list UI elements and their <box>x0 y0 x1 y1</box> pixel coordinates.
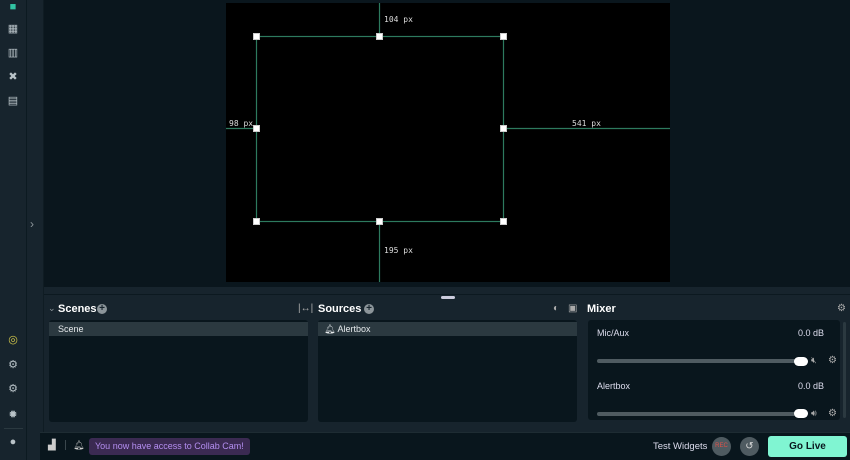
themes-icon[interactable]: ✖ <box>6 70 20 84</box>
record-button[interactable]: REC <box>712 437 731 456</box>
distance-top: 104 px <box>384 15 413 24</box>
collapsed-panel: › <box>27 0 44 432</box>
volume-slider-knob[interactable] <box>794 357 808 366</box>
resize-handle-l[interactable] <box>253 125 260 132</box>
panel-divider <box>44 294 850 295</box>
go-live-button[interactable]: Go Live <box>768 436 847 457</box>
notifications-bell-icon[interactable]: 🔔︎ <box>73 440 84 451</box>
mixer-settings-icon[interactable]: ⚙ <box>837 303 846 314</box>
collab-cam-icon[interactable]: ◎ <box>6 333 20 347</box>
sidebar-divider <box>4 428 23 429</box>
channel-name: Alertbox <box>597 381 631 391</box>
resize-handle-tl[interactable] <box>253 33 260 40</box>
apps-icon[interactable]: ⚙ <box>6 358 20 372</box>
sources-list: 🔔︎ Alertbox <box>318 320 577 422</box>
resize-handle-bl[interactable] <box>253 218 260 225</box>
bell-icon: 🔔︎ <box>324 324 338 334</box>
resize-grip[interactable] <box>441 296 455 299</box>
scenes-title: Scenes <box>58 303 97 315</box>
channel-level: 0.0 dB <box>797 328 824 338</box>
channel-level: 0.0 dB <box>797 381 824 391</box>
resize-handle-tr[interactable] <box>500 33 507 40</box>
source-item[interactable]: 🔔︎ Alertbox <box>318 322 577 336</box>
volume-slider-knob[interactable] <box>794 409 808 418</box>
scene-item[interactable]: Scene <box>49 322 308 336</box>
expand-chevron-icon[interactable]: › <box>30 217 34 231</box>
settings-icon[interactable]: ✹ <box>6 408 20 422</box>
add-scene-button[interactable]: + <box>97 304 107 314</box>
test-widgets-button[interactable]: Test Widgets <box>653 441 707 452</box>
muted-speaker-icon[interactable]: 🔇︎ <box>811 355 817 366</box>
studio-icon[interactable]: ■ <box>6 0 20 14</box>
media-icon[interactable]: ▤ <box>6 94 20 108</box>
left-sidebar: ■ ▦ ▥ ✖ ▤ ◎ ⚙ ⚙ ✹ ● <box>0 0 27 460</box>
resize-handle-b[interactable] <box>376 218 383 225</box>
preview-canvas[interactable]: 104 px 98 px 541 px 195 px <box>226 3 670 282</box>
layout-icon[interactable]: ▥ <box>6 46 20 60</box>
distance-left: 98 px <box>229 119 254 128</box>
mixer-scrollbar[interactable] <box>843 322 846 418</box>
resize-handle-r[interactable] <box>500 125 507 132</box>
performance-stats-icon[interactable]: ▟ <box>48 440 56 451</box>
resize-handle-br[interactable] <box>500 218 507 225</box>
scenes-list: Scene <box>49 320 308 422</box>
channel-settings-icon[interactable]: ⚙ <box>828 408 837 419</box>
add-source-button[interactable]: + <box>364 304 374 314</box>
dashboard-icon[interactable]: ▦ <box>6 22 20 36</box>
add-folder-icon[interactable]: ▣ <box>568 303 577 314</box>
distance-right: 541 px <box>572 119 601 128</box>
resize-handle-t[interactable] <box>376 33 383 40</box>
notification-message[interactable]: You now have access to Collab Cam! <box>89 438 250 455</box>
source-visibility-icon[interactable]: ◐ <box>553 303 559 314</box>
app-store-icon[interactable]: ⚙ <box>6 382 20 396</box>
scene-transitions-icon[interactable]: |↔| <box>298 303 313 314</box>
collapse-scenes-icon[interactable]: ⌄ <box>48 303 56 314</box>
footer-divider <box>65 440 66 450</box>
volume-slider[interactable] <box>597 359 807 363</box>
speaker-icon[interactable]: 🔊︎ <box>811 408 817 419</box>
distance-bottom: 195 px <box>384 246 413 255</box>
channel-name: Mic/Aux <box>597 328 630 338</box>
channel-settings-icon[interactable]: ⚙ <box>828 355 837 366</box>
replay-buffer-button[interactable]: ↺ <box>740 437 759 456</box>
volume-slider[interactable] <box>597 412 807 416</box>
selection-guides <box>226 3 670 282</box>
profile-icon[interactable]: ● <box>6 435 20 449</box>
mixer-title: Mixer <box>587 303 616 315</box>
sources-title: Sources <box>318 303 362 315</box>
